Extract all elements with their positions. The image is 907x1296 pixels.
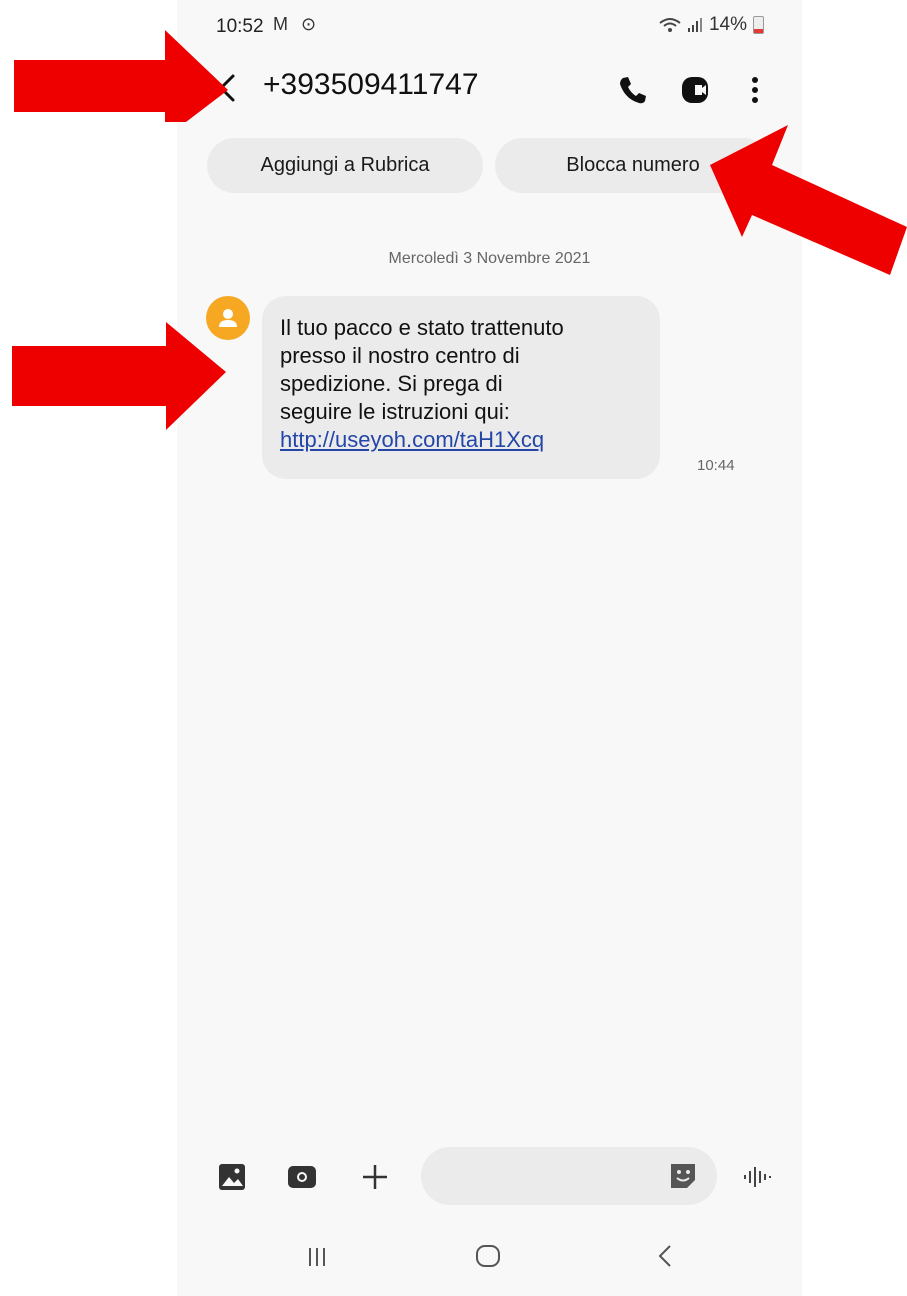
battery-level: 14% [708,14,747,35]
annotation-arrow [14,30,228,122]
camera-icon [288,1166,316,1188]
message-link[interactable]: http://useyoh.com/taH1Xcq [280,427,544,452]
home-icon [476,1245,500,1267]
sticker-icon [671,1164,695,1188]
status-right: 14% [659,14,764,36]
contact-number: +393509411747 [263,68,479,101]
video-call-icon [682,77,708,103]
gallery-button[interactable] [213,1159,253,1195]
message-line: seguire le istruzioni qui: [280,399,510,424]
more-options-button[interactable] [735,70,775,110]
add-attachment-button[interactable] [355,1159,395,1195]
message-bubble[interactable]: Il tuo pacco e stato trattenuto presso i… [262,296,660,479]
voice-icon [744,1167,771,1187]
home-button[interactable] [458,1236,518,1276]
sticker-button[interactable] [665,1158,705,1194]
voice-record-button[interactable] [737,1159,777,1195]
notification-icons: M ⊙ [273,14,321,34]
signal-icon [687,18,702,32]
video-call-button[interactable] [677,70,717,110]
call-button[interactable] [613,70,653,110]
phone-icon [620,77,646,104]
nav-back-button[interactable] [635,1236,695,1276]
message-line: Il tuo pacco e stato trattenuto [280,315,564,340]
battery-icon [753,16,764,34]
wifi-icon [659,18,681,32]
message-time: 10:44 [697,457,735,474]
message-line: spedizione. Si prega di [280,371,503,396]
gallery-icon [219,1164,245,1190]
camera-button[interactable] [283,1159,323,1195]
nav-back-icon [658,1245,671,1267]
annotation-arrow [12,322,226,430]
recents-button[interactable] [287,1236,347,1276]
recents-icon [309,1248,325,1266]
more-icon [752,77,758,103]
add-to-contacts-button[interactable]: Aggiungi a Rubrica [207,138,483,193]
annotation-arrow [710,125,907,275]
plus-icon [363,1165,387,1189]
message-line: presso il nostro centro di [280,343,520,368]
